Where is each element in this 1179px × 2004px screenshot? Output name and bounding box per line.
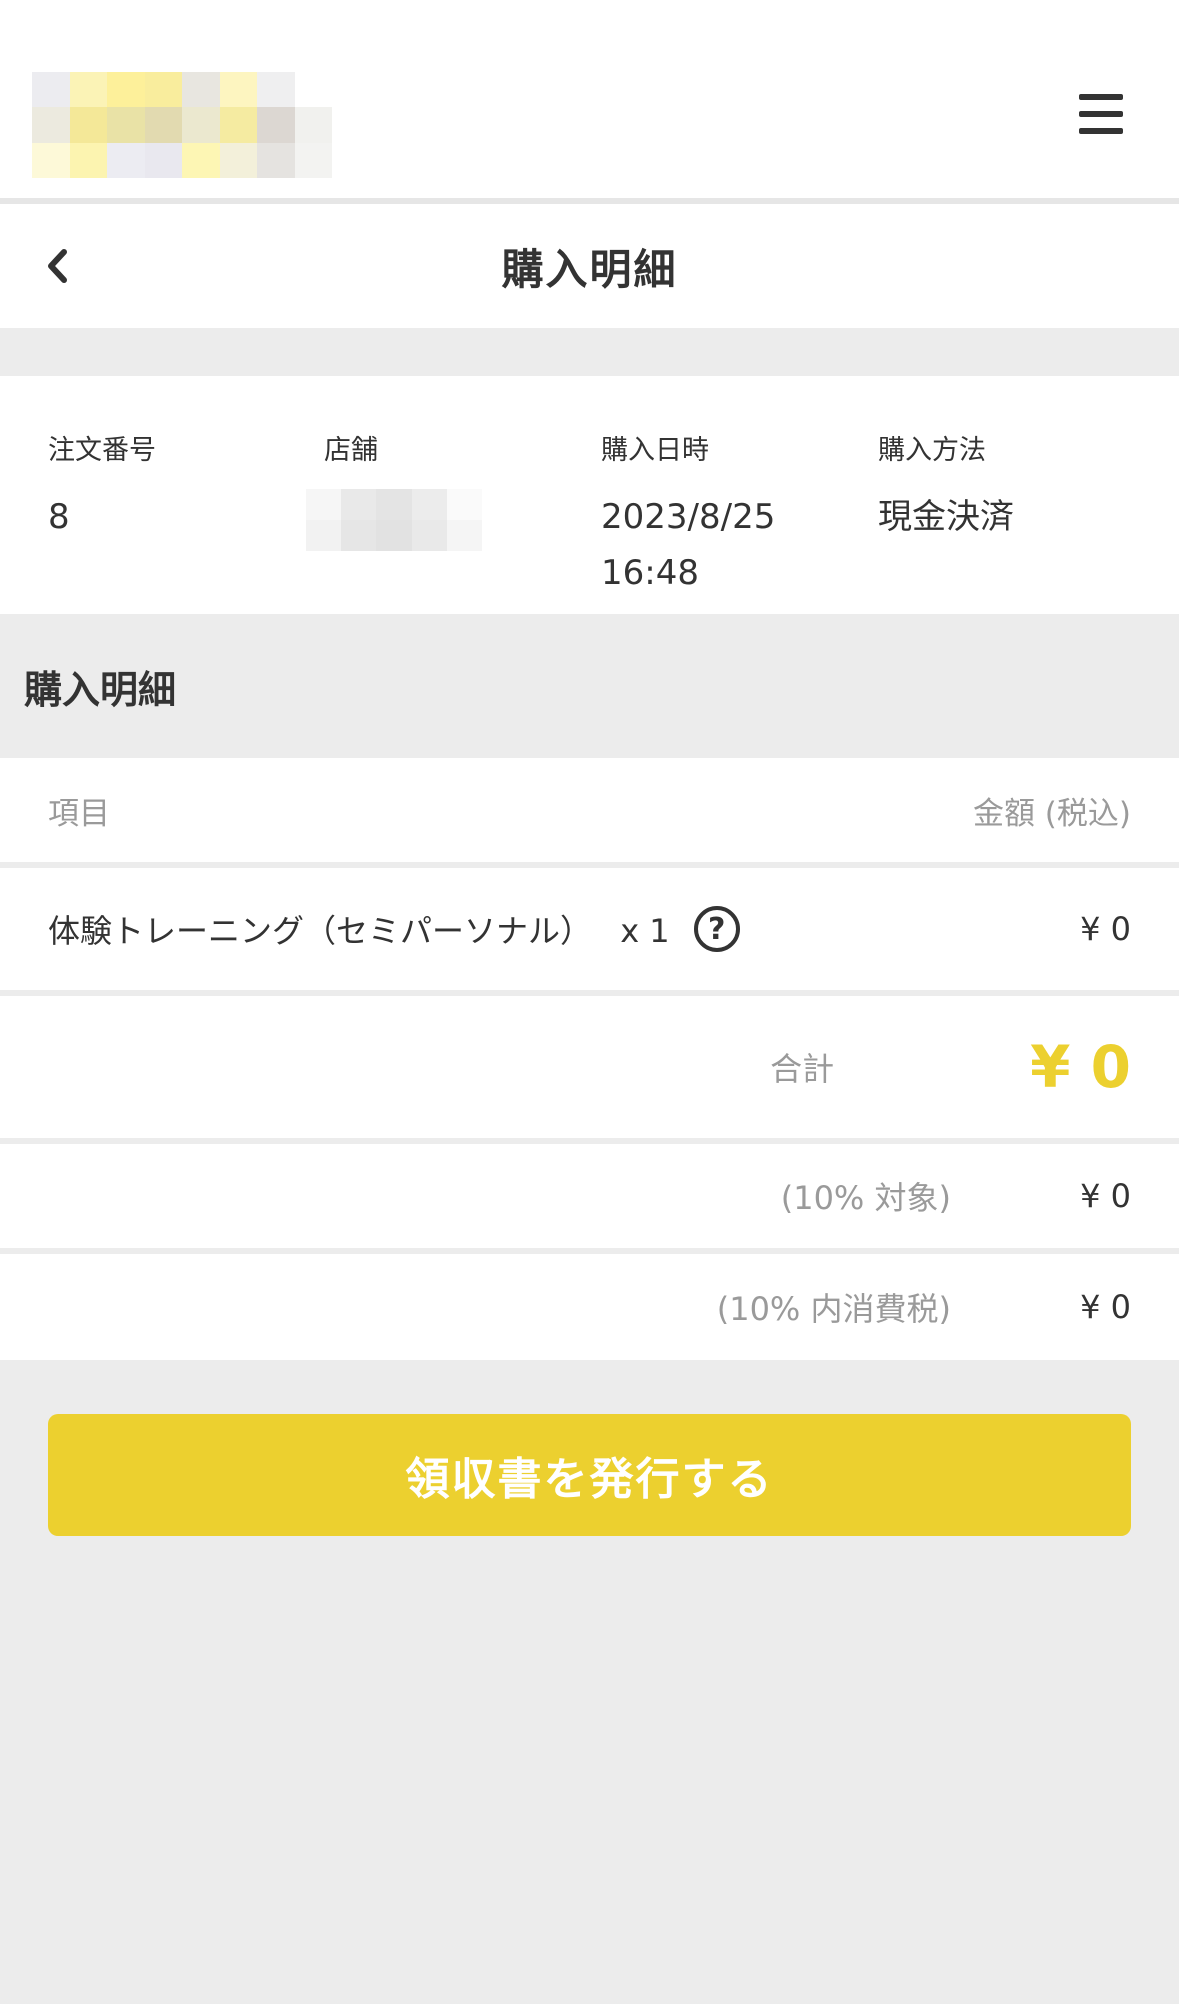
logo-pixel: [144, 107, 182, 143]
table-row: 体験トレーニング（セミパーソナル） x 1 ? ¥ 0: [0, 868, 1179, 990]
total-value: ¥ 0: [1030, 1033, 1131, 1101]
logo-pixel: [219, 72, 257, 108]
back-button[interactable]: [44, 204, 104, 328]
question-circle-icon[interactable]: ?: [693, 906, 740, 952]
redaction-pixel: [376, 520, 412, 551]
tax-target-label: (10% 対象): [780, 1179, 951, 1217]
payment-method-field: 購入方法 現金決済: [878, 376, 1179, 614]
payment-method-value: 現金決済: [878, 497, 1014, 537]
menu-bar: [1079, 94, 1123, 100]
logo-pixel: [69, 107, 107, 143]
item-name-group: 体験トレーニング（セミパーソナル） x 1 ?: [48, 906, 740, 952]
redaction-pixel: [446, 520, 482, 551]
details-section-header: 購入明細: [0, 614, 1179, 758]
logo-pixel: [294, 72, 332, 108]
title-bar: 購入明細: [0, 204, 1179, 328]
item-price: ¥ 0: [1080, 910, 1131, 948]
hamburger-menu-icon[interactable]: [1079, 94, 1123, 134]
consumption-tax-value: ¥ 0: [1080, 1288, 1131, 1326]
total-row: 合計 ¥ 0: [0, 996, 1179, 1138]
logo-pixel: [182, 72, 220, 108]
logo-pixel: [294, 142, 332, 178]
logo-pixel: [182, 142, 220, 178]
logo-pixel: [294, 107, 332, 143]
order-info-panel: 注文番号 8 店舗 購入日時 2023/8/25 16:48 購入方法 現金決済: [0, 376, 1179, 614]
menu-bar: [1079, 128, 1123, 134]
logo-pixel: [144, 142, 182, 178]
redaction-pixel: [341, 489, 377, 520]
tax-group: (10% 対象) ¥ 0: [781, 1173, 1131, 1219]
redaction-pixel: [411, 520, 447, 551]
redaction-pixel: [376, 489, 412, 520]
app-header: [0, 0, 1179, 204]
logo-pixel: [32, 107, 70, 143]
redaction-pixel: [341, 520, 377, 551]
redaction-pixel: [306, 489, 342, 520]
purchase-date-label: 購入日時: [601, 435, 709, 466]
logo-pixel: [182, 107, 220, 143]
item-name: 体験トレーニング（セミパーソナル） x 1: [48, 912, 670, 950]
tax-target-value: ¥ 0: [1080, 1177, 1131, 1215]
table-header: 項目 金額 (税込): [0, 758, 1179, 862]
logo-pixel: [69, 142, 107, 178]
column-header-item: 項目: [48, 795, 110, 832]
order-number-label: 注文番号: [48, 435, 156, 466]
store-label: 店舗: [324, 435, 378, 466]
action-area: 領収書を発行する: [0, 1360, 1179, 1536]
logo-pixel: [69, 72, 107, 108]
tax-row: (10% 対象) ¥ 0: [0, 1144, 1179, 1248]
store-field: 店舗: [306, 376, 601, 614]
consumption-tax-label: (10% 内消費税): [716, 1290, 951, 1328]
logo-pixel: [219, 142, 257, 178]
tax-group: (10% 内消費税) ¥ 0: [717, 1284, 1131, 1330]
purchase-date-field: 購入日時 2023/8/25 16:48: [601, 376, 878, 614]
chevron-left-icon: [48, 249, 67, 283]
redaction-pixel: [306, 520, 342, 551]
purchase-time: 16:48: [601, 553, 699, 593]
logo-pixel: [107, 72, 145, 108]
logo-pixel: [32, 142, 70, 178]
column-header-amount: 金額 (税込): [972, 795, 1131, 832]
logo-pixel: [257, 107, 295, 143]
logo-pixel: [219, 107, 257, 143]
menu-bar: [1079, 111, 1123, 117]
issue-receipt-button[interactable]: 領収書を発行する: [48, 1414, 1131, 1536]
redaction-pixel: [446, 489, 482, 520]
logo-pixel: [107, 142, 145, 178]
logo-pixel: [32, 72, 70, 108]
order-number-value: 8: [48, 497, 70, 537]
purchase-date-value: 2023/8/25 16:48: [601, 489, 878, 601]
store-name-redacted: [306, 489, 482, 551]
total-group: 合計 ¥ 0: [770, 1033, 1131, 1101]
order-number-field: 注文番号 8: [48, 376, 324, 614]
tax-row: (10% 内消費税) ¥ 0: [0, 1254, 1179, 1360]
logo-pixel: [107, 107, 145, 143]
purchase-date: 2023/8/25: [601, 497, 776, 537]
section-title: 購入明細: [24, 667, 177, 712]
brand-logo[interactable]: [32, 72, 332, 178]
redaction-pixel: [411, 489, 447, 520]
payment-method-label: 購入方法: [878, 435, 986, 466]
total-label: 合計: [770, 1050, 835, 1088]
page-title: 購入明細: [501, 244, 678, 294]
logo-pixel: [144, 72, 182, 108]
logo-pixel: [257, 142, 295, 178]
logo-pixel: [257, 72, 295, 108]
